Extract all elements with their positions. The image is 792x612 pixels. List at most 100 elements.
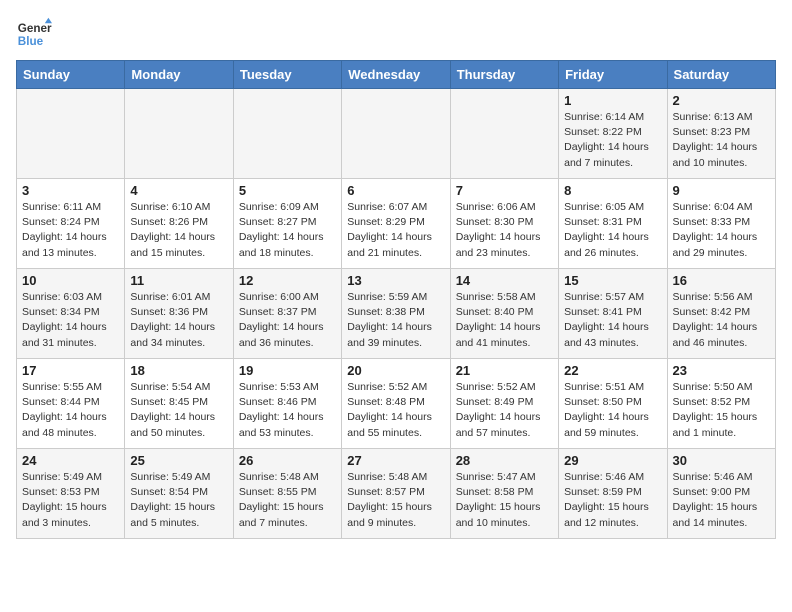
calendar-cell: 16 Sunrise: 5:56 AM Sunset: 8:42 PM Dayli… <box>667 269 775 359</box>
day-info: Sunrise: 5:47 AM Sunset: 8:58 PM Dayligh… <box>456 470 553 531</box>
day-number: 26 <box>239 453 336 468</box>
day-info: Sunrise: 5:49 AM Sunset: 8:54 PM Dayligh… <box>130 470 227 531</box>
calendar-cell: 17 Sunrise: 5:55 AM Sunset: 8:44 PM Dayli… <box>17 359 125 449</box>
day-number: 30 <box>673 453 770 468</box>
calendar-cell: 11Sunrise: 6:01 AM Sunset: 8:36 PM Dayli… <box>125 269 233 359</box>
day-info: Sunrise: 6:14 AM Sunset: 8:22 PM Dayligh… <box>564 110 661 171</box>
day-number: 14 <box>456 273 553 288</box>
day-info: Sunrise: 5:46 AM Sunset: 9:00 PM Dayligh… <box>673 470 770 531</box>
day-info: Sunrise: 5:53 AM Sunset: 8:46 PM Dayligh… <box>239 380 336 441</box>
day-number: 17 <box>22 363 119 378</box>
calendar-cell: 21Sunrise: 5:52 AM Sunset: 8:49 PM Dayli… <box>450 359 558 449</box>
calendar-cell: 18 Sunrise: 5:54 AM Sunset: 8:45 PM Dayli… <box>125 359 233 449</box>
day-number: 9 <box>673 183 770 198</box>
calendar-cell: 4 Sunrise: 6:10 AM Sunset: 8:26 PM Daylig… <box>125 179 233 269</box>
calendar-cell <box>125 89 233 179</box>
day-info: Sunrise: 6:13 AM Sunset: 8:23 PM Dayligh… <box>673 110 770 171</box>
day-number: 2 <box>673 93 770 108</box>
day-number: 8 <box>564 183 661 198</box>
calendar-week-3: 17 Sunrise: 5:55 AM Sunset: 8:44 PM Dayli… <box>17 359 776 449</box>
day-info: Sunrise: 6:05 AM Sunset: 8:31 PM Dayligh… <box>564 200 661 261</box>
day-info: Sunrise: 5:48 AM Sunset: 8:55 PM Dayligh… <box>239 470 336 531</box>
calendar-week-1: 3 Sunrise: 6:11 AM Sunset: 8:24 PM Daylig… <box>17 179 776 269</box>
day-info: Sunrise: 5:46 AM Sunset: 8:59 PM Dayligh… <box>564 470 661 531</box>
calendar-cell: 23 Sunrise: 5:50 AM Sunset: 8:52 PM Dayli… <box>667 359 775 449</box>
calendar-cell: 3 Sunrise: 6:11 AM Sunset: 8:24 PM Daylig… <box>17 179 125 269</box>
day-info: Sunrise: 6:11 AM Sunset: 8:24 PM Dayligh… <box>22 200 119 261</box>
day-number: 7 <box>456 183 553 198</box>
calendar-cell: 7Sunrise: 6:06 AM Sunset: 8:30 PM Daylig… <box>450 179 558 269</box>
day-info: Sunrise: 5:54 AM Sunset: 8:45 PM Dayligh… <box>130 380 227 441</box>
calendar-cell <box>17 89 125 179</box>
day-info: Sunrise: 6:10 AM Sunset: 8:26 PM Dayligh… <box>130 200 227 261</box>
svg-text:General: General <box>18 22 52 35</box>
day-info: Sunrise: 5:50 AM Sunset: 8:52 PM Dayligh… <box>673 380 770 441</box>
day-number: 27 <box>347 453 444 468</box>
day-number: 18 <box>130 363 227 378</box>
day-info: Sunrise: 5:58 AM Sunset: 8:40 PM Dayligh… <box>456 290 553 351</box>
calendar-cell: 28 Sunrise: 5:47 AM Sunset: 8:58 PM Dayli… <box>450 449 558 539</box>
day-number: 23 <box>673 363 770 378</box>
calendar-cell: 8 Sunrise: 6:05 AM Sunset: 8:31 PM Daylig… <box>559 179 667 269</box>
calendar-cell: 2 Sunrise: 6:13 AM Sunset: 8:23 PM Daylig… <box>667 89 775 179</box>
day-info: Sunrise: 5:52 AM Sunset: 8:48 PM Dayligh… <box>347 380 444 441</box>
svg-text:Blue: Blue <box>18 35 44 48</box>
day-info: Sunrise: 5:49 AM Sunset: 8:53 PM Dayligh… <box>22 470 119 531</box>
header-day-tuesday: Tuesday <box>233 61 341 89</box>
calendar-week-2: 10 Sunrise: 6:03 AM Sunset: 8:34 PM Dayli… <box>17 269 776 359</box>
day-number: 20 <box>347 363 444 378</box>
calendar-cell: 19Sunrise: 5:53 AM Sunset: 8:46 PM Dayli… <box>233 359 341 449</box>
calendar-cell <box>450 89 558 179</box>
header-day-sunday: Sunday <box>17 61 125 89</box>
day-number: 13 <box>347 273 444 288</box>
logo: General Blue <box>16 16 52 52</box>
calendar-cell: 6Sunrise: 6:07 AM Sunset: 8:29 PM Daylig… <box>342 179 450 269</box>
calendar-week-4: 24Sunrise: 5:49 AM Sunset: 8:53 PM Dayli… <box>17 449 776 539</box>
header-day-wednesday: Wednesday <box>342 61 450 89</box>
day-number: 21 <box>456 363 553 378</box>
calendar-cell: 12Sunrise: 6:00 AM Sunset: 8:37 PM Dayli… <box>233 269 341 359</box>
header-day-friday: Friday <box>559 61 667 89</box>
calendar-cell: 13 Sunrise: 5:59 AM Sunset: 8:38 PM Dayli… <box>342 269 450 359</box>
day-number: 28 <box>456 453 553 468</box>
day-info: Sunrise: 5:48 AM Sunset: 8:57 PM Dayligh… <box>347 470 444 531</box>
calendar-cell: 20 Sunrise: 5:52 AM Sunset: 8:48 PM Dayli… <box>342 359 450 449</box>
calendar-cell: 22 Sunrise: 5:51 AM Sunset: 8:50 PM Dayli… <box>559 359 667 449</box>
calendar-cell: 10 Sunrise: 6:03 AM Sunset: 8:34 PM Dayli… <box>17 269 125 359</box>
day-info: Sunrise: 6:03 AM Sunset: 8:34 PM Dayligh… <box>22 290 119 351</box>
day-number: 3 <box>22 183 119 198</box>
calendar-cell: 29 Sunrise: 5:46 AM Sunset: 8:59 PM Dayli… <box>559 449 667 539</box>
day-info: Sunrise: 6:09 AM Sunset: 8:27 PM Dayligh… <box>239 200 336 261</box>
calendar-cell: 5 Sunrise: 6:09 AM Sunset: 8:27 PM Daylig… <box>233 179 341 269</box>
header-day-saturday: Saturday <box>667 61 775 89</box>
day-info: Sunrise: 5:57 AM Sunset: 8:41 PM Dayligh… <box>564 290 661 351</box>
day-info: Sunrise: 5:55 AM Sunset: 8:44 PM Dayligh… <box>22 380 119 441</box>
calendar-cell: 30 Sunrise: 5:46 AM Sunset: 9:00 PM Dayli… <box>667 449 775 539</box>
day-number: 29 <box>564 453 661 468</box>
day-info: Sunrise: 5:59 AM Sunset: 8:38 PM Dayligh… <box>347 290 444 351</box>
calendar-cell <box>233 89 341 179</box>
day-number: 12 <box>239 273 336 288</box>
calendar-cell: 27 Sunrise: 5:48 AM Sunset: 8:57 PM Dayli… <box>342 449 450 539</box>
day-number: 11 <box>130 273 227 288</box>
day-info: Sunrise: 6:04 AM Sunset: 8:33 PM Dayligh… <box>673 200 770 261</box>
header-day-monday: Monday <box>125 61 233 89</box>
calendar-cell: 25 Sunrise: 5:49 AM Sunset: 8:54 PM Dayli… <box>125 449 233 539</box>
day-number: 16 <box>673 273 770 288</box>
calendar-cell: 9 Sunrise: 6:04 AM Sunset: 8:33 PM Daylig… <box>667 179 775 269</box>
day-number: 4 <box>130 183 227 198</box>
calendar-week-0: 1Sunrise: 6:14 AM Sunset: 8:22 PM Daylig… <box>17 89 776 179</box>
day-number: 10 <box>22 273 119 288</box>
calendar-cell: 26 Sunrise: 5:48 AM Sunset: 8:55 PM Dayli… <box>233 449 341 539</box>
day-info: Sunrise: 5:56 AM Sunset: 8:42 PM Dayligh… <box>673 290 770 351</box>
calendar-cell: 1Sunrise: 6:14 AM Sunset: 8:22 PM Daylig… <box>559 89 667 179</box>
day-number: 5 <box>239 183 336 198</box>
day-number: 6 <box>347 183 444 198</box>
calendar-cell <box>342 89 450 179</box>
day-number: 25 <box>130 453 227 468</box>
header: General Blue <box>16 16 776 52</box>
day-info: Sunrise: 5:51 AM Sunset: 8:50 PM Dayligh… <box>564 380 661 441</box>
calendar-cell: 14 Sunrise: 5:58 AM Sunset: 8:40 PM Dayli… <box>450 269 558 359</box>
day-number: 22 <box>564 363 661 378</box>
header-day-thursday: Thursday <box>450 61 558 89</box>
